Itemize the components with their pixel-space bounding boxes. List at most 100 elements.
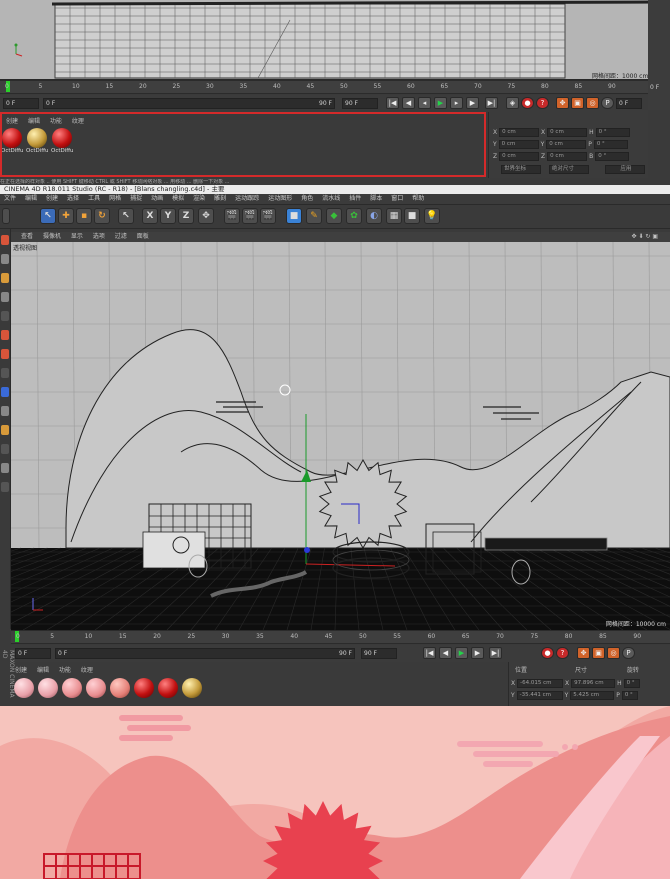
rot-b-field[interactable]: 0 ° bbox=[595, 152, 630, 161]
app-menu-item[interactable]: 网格 bbox=[109, 195, 121, 202]
app-menu-item[interactable]: 模拟 bbox=[172, 195, 184, 202]
subdivision-icon[interactable]: ◆ bbox=[326, 208, 342, 224]
start-frame-field[interactable]: 0 F bbox=[3, 98, 39, 109]
deformer-icon[interactable]: ◐ bbox=[366, 208, 382, 224]
material-swatch[interactable] bbox=[13, 678, 35, 706]
coord-system-icon[interactable]: ✥ bbox=[198, 208, 214, 224]
record-button[interactable]: ● bbox=[541, 647, 554, 659]
auto-key-button[interactable]: ? bbox=[536, 97, 549, 109]
next-frame-button[interactable]: ▸ bbox=[450, 97, 463, 109]
vp-menu-camera[interactable]: 摄像机 bbox=[43, 233, 61, 240]
max-frame-field[interactable]: 90 F bbox=[342, 98, 378, 109]
vp-menu-display[interactable]: 显示 bbox=[71, 233, 83, 240]
key-rotate-icon[interactable]: ◎ bbox=[586, 97, 599, 109]
pos-x-field[interactable]: 0 cm bbox=[499, 128, 540, 137]
bottom-timeline[interactable]: 0 5 10 15 20 25 30 35 40 45 50 55 60 65 70 75 80 85 90 bbox=[11, 630, 670, 644]
left-tool-icon[interactable] bbox=[1, 349, 9, 359]
menu-texture[interactable]: 纹理 bbox=[81, 667, 93, 674]
goto-start-button[interactable]: |◀ bbox=[423, 647, 436, 659]
select-tool-icon[interactable]: ↖ bbox=[40, 208, 56, 224]
apply-button[interactable]: 应用 bbox=[604, 165, 645, 174]
axis-x-button[interactable]: X bbox=[142, 208, 158, 224]
goto-end-button[interactable]: ▶| bbox=[485, 97, 498, 109]
goto-end-button[interactable]: ▶| bbox=[489, 647, 502, 659]
rotate-tool-icon[interactable]: ↻ bbox=[94, 208, 110, 224]
material-swatch[interactable] bbox=[85, 678, 107, 706]
top-viewport[interactable]: 网格间距：1000 cm bbox=[0, 0, 670, 80]
key-scale-icon[interactable]: ▣ bbox=[571, 97, 584, 109]
material-swatch[interactable] bbox=[109, 678, 131, 706]
coord-mode-select[interactable]: 世界坐标 bbox=[501, 165, 541, 174]
light-icon[interactable]: 💡 bbox=[424, 208, 440, 224]
size-x-field[interactable]: 0 cm bbox=[547, 128, 588, 137]
pen-icon[interactable]: ✎ bbox=[306, 208, 322, 224]
left-tool-icon[interactable] bbox=[1, 330, 9, 340]
scale-tool-icon[interactable]: ▪ bbox=[76, 208, 92, 224]
next-key-button[interactable]: ▶ bbox=[466, 97, 479, 109]
viewport-nav-icons[interactable]: ✥ ⬇ ↻ ▣ bbox=[632, 232, 658, 242]
right-frame-field[interactable]: 0 F bbox=[616, 98, 642, 109]
material-swatch[interactable] bbox=[37, 678, 59, 706]
key-param-icon[interactable]: P bbox=[601, 97, 614, 109]
app-menu-item[interactable]: 文件 bbox=[4, 195, 16, 202]
frame-range-slider[interactable]: 0 F 90 F bbox=[55, 648, 355, 659]
floor-icon[interactable]: ▦ bbox=[386, 208, 402, 224]
left-tool-icon[interactable] bbox=[1, 311, 9, 321]
size-y-field[interactable]: 5.425 cm bbox=[570, 691, 615, 700]
pos-z-field[interactable]: 0 cm bbox=[499, 152, 540, 161]
app-menu-item[interactable]: 选择 bbox=[67, 195, 79, 202]
vp-menu-options[interactable]: 选项 bbox=[93, 233, 105, 240]
app-menu-item[interactable]: 窗口 bbox=[391, 195, 403, 202]
cube-icon[interactable]: ■ bbox=[286, 208, 302, 224]
size-mode-select[interactable]: 绝对尺寸 bbox=[548, 165, 589, 174]
app-menu-item[interactable]: 脚本 bbox=[370, 195, 382, 202]
move-tool-icon[interactable]: ✚ bbox=[58, 208, 74, 224]
left-tool-icon[interactable] bbox=[1, 235, 9, 245]
max-frame-field[interactable]: 90 F bbox=[361, 648, 397, 659]
app-menu-item[interactable]: 角色 bbox=[301, 195, 313, 202]
app-menu-item[interactable]: 插件 bbox=[349, 195, 361, 202]
vp-menu-filter[interactable]: 过滤 bbox=[115, 233, 127, 240]
render-picture-icon[interactable]: 🎬 bbox=[242, 208, 258, 224]
app-menu-item[interactable]: 流水线 bbox=[322, 195, 340, 202]
material-swatch[interactable] bbox=[133, 678, 155, 706]
key-rotate-icon[interactable]: ◎ bbox=[607, 647, 620, 659]
app-menu-item[interactable]: 工具 bbox=[88, 195, 100, 202]
record-toggle-button[interactable]: ◈ bbox=[506, 97, 519, 109]
key-move-icon[interactable]: ✥ bbox=[577, 647, 590, 659]
app-menu-item[interactable]: 捕捉 bbox=[130, 195, 142, 202]
size-y-field[interactable]: 0 cm bbox=[546, 140, 587, 149]
prev-key-button[interactable]: ◀ bbox=[402, 97, 415, 109]
material-swatch[interactable] bbox=[181, 678, 203, 706]
left-tool-icon[interactable] bbox=[1, 482, 9, 492]
vp-menu-view[interactable]: 查看 bbox=[21, 233, 33, 240]
axis-y-button[interactable]: Y bbox=[160, 208, 176, 224]
perspective-viewport[interactable]: 透视视图 网格间距：10000 cm bbox=[11, 242, 670, 630]
rot-h-field[interactable]: 0 ° bbox=[623, 679, 640, 688]
rot-h-field[interactable]: 0 ° bbox=[595, 128, 630, 137]
material-swatch[interactable] bbox=[157, 678, 179, 706]
app-menu-item[interactable]: 帮助 bbox=[412, 195, 424, 202]
play-button[interactable]: ▶ bbox=[455, 647, 468, 659]
array-icon[interactable]: ✿ bbox=[346, 208, 362, 224]
last-tool-icon[interactable]: ↖ bbox=[118, 208, 134, 224]
material-swatch[interactable] bbox=[61, 678, 83, 706]
rot-p-field[interactable]: 0 ° bbox=[593, 140, 628, 149]
axis-z-button[interactable]: Z bbox=[178, 208, 194, 224]
menu-create[interactable]: 创建 bbox=[15, 667, 27, 674]
left-tool-icon[interactable] bbox=[1, 444, 9, 454]
rot-p-field[interactable]: 0 ° bbox=[621, 691, 638, 700]
pos-y-field[interactable]: -35.441 cm bbox=[516, 691, 563, 700]
menu-function[interactable]: 功能 bbox=[59, 667, 71, 674]
key-param-icon[interactable]: P bbox=[622, 647, 635, 659]
menu-edit[interactable]: 编辑 bbox=[37, 667, 49, 674]
app-menu-item[interactable]: 运动图形 bbox=[268, 195, 292, 202]
app-menu-item[interactable]: 运动跟踪 bbox=[235, 195, 259, 202]
play-button[interactable]: ▶ bbox=[434, 97, 447, 109]
app-menu-item[interactable]: 雕刻 bbox=[214, 195, 226, 202]
app-menu-item[interactable]: 渲染 bbox=[193, 195, 205, 202]
size-x-field[interactable]: 97.896 cm bbox=[571, 679, 616, 688]
render-settings-icon[interactable]: 🎬 bbox=[260, 208, 276, 224]
key-scale-icon[interactable]: ▣ bbox=[592, 647, 605, 659]
key-move-icon[interactable]: ✥ bbox=[556, 97, 569, 109]
